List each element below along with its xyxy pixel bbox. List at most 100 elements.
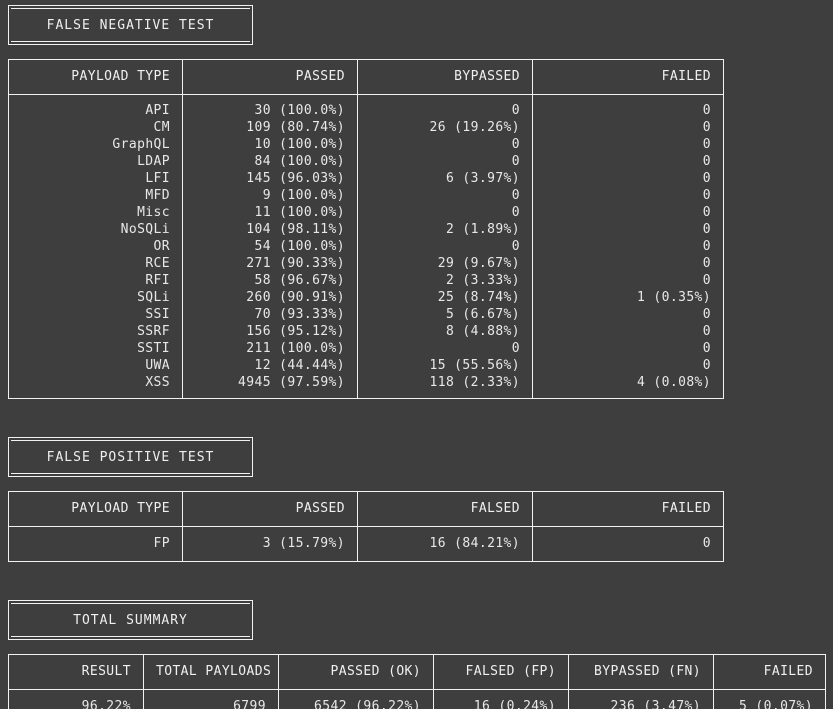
- section-spacer-2: [8, 562, 825, 600]
- cell-failed: 0: [532, 526, 724, 562]
- false-positive-table-head: PAYLOAD TYPE PASSED FALSED FAILED: [8, 491, 724, 527]
- section-spacer-1: [8, 399, 825, 437]
- cell-passed: 12 (44.44%): [182, 357, 358, 374]
- cell-passed: 271 (90.33%): [182, 255, 358, 272]
- table-row: NoSQLi 104 (98.11%) 2 (1.89%) 0: [8, 221, 724, 238]
- cell-payload-type: XSS: [8, 374, 183, 399]
- cell-failed: 1 (0.35%): [532, 289, 724, 306]
- cell-payload-type: NoSQLi: [8, 221, 183, 238]
- table-row: SSI 70 (93.33%) 5 (6.67%) 0: [8, 306, 724, 323]
- total-summary-title: TOTAL SUMMARY: [11, 603, 250, 637]
- table-row: XSS 4945 (97.59%) 118 (2.33%) 4 (0.08%): [8, 374, 724, 399]
- cell-failed: 0: [532, 221, 724, 238]
- column-header-bypassed-fn: BYPASSED (FN): [568, 654, 714, 690]
- cell-bypassed: 6 (3.97%): [357, 170, 533, 187]
- cell-passed: 9 (100.0%): [182, 187, 358, 204]
- cell-payload-type: OR: [8, 238, 183, 255]
- table-row: MFD 9 (100.0%) 0 0: [8, 187, 724, 204]
- table-row: LDAP 84 (100.0%) 0 0: [8, 153, 724, 170]
- cell-bypassed: 0: [357, 204, 533, 221]
- total-summary-table: RESULT TOTAL PAYLOADS PASSED (OK) FALSED…: [8, 654, 826, 709]
- cell-failed: 0: [532, 357, 724, 374]
- cell-bypassed: 0: [357, 238, 533, 255]
- false-negative-table-head: PAYLOAD TYPE PASSED BYPASSED FAILED: [8, 59, 724, 95]
- cell-bypassed: 26 (19.26%): [357, 119, 533, 136]
- cell-falsed: 16 (84.21%): [357, 526, 533, 562]
- table-header-row: PAYLOAD TYPE PASSED FALSED FAILED: [8, 491, 724, 527]
- total-summary-table-body: 96.22% 6799 6542 (96.22%) 16 (0.24%) 236 (3.…: [8, 689, 826, 709]
- column-header-falsed: FALSED: [357, 491, 533, 527]
- column-header-total-payloads: TOTAL PAYLOADS: [143, 654, 279, 690]
- cell-failed: 0: [532, 323, 724, 340]
- cell-bypassed: 0: [357, 136, 533, 153]
- column-header-passed-ok: PASSED (OK): [278, 654, 434, 690]
- false-negative-title: FALSE NEGATIVE TEST: [11, 8, 250, 42]
- cell-result: 96.22%: [8, 689, 144, 709]
- column-header-failed: FAILED: [532, 59, 724, 95]
- column-header-bypassed: BYPASSED: [357, 59, 533, 95]
- cell-failed: 0: [532, 153, 724, 170]
- false-positive-table: PAYLOAD TYPE PASSED FALSED FAILED FP 3 (1…: [8, 491, 724, 562]
- table-header-row: PAYLOAD TYPE PASSED BYPASSED FAILED: [8, 59, 724, 95]
- cell-bypassed: 0: [357, 340, 533, 357]
- cell-passed: 3 (15.79%): [182, 526, 358, 562]
- table-row: FP 3 (15.79%) 16 (84.21%) 0: [8, 526, 724, 562]
- table-row: SSRF 156 (95.12%) 8 (4.88%) 0: [8, 323, 724, 340]
- cell-failed: 0: [532, 170, 724, 187]
- cell-passed: 54 (100.0%): [182, 238, 358, 255]
- column-header-failed: FAILED: [532, 491, 724, 527]
- cell-payload-type: API: [8, 94, 183, 119]
- cell-payload-type: RCE: [8, 255, 183, 272]
- table-row: UWA 12 (44.44%) 15 (55.56%) 0: [8, 357, 724, 374]
- cell-payload-type: SSRF: [8, 323, 183, 340]
- false-positive-title: FALSE POSITIVE TEST: [11, 440, 250, 474]
- column-header-falsed-fp: FALSED (FP): [433, 654, 569, 690]
- total-summary-table-head: RESULT TOTAL PAYLOADS PASSED (OK) FALSED…: [8, 654, 826, 690]
- cell-bypassed: 8 (4.88%): [357, 323, 533, 340]
- cell-payload-type: LFI: [8, 170, 183, 187]
- cell-falsed-fp: 16 (0.24%): [433, 689, 569, 709]
- table-row: API 30 (100.0%) 0 0: [8, 94, 724, 119]
- column-header-failed: FAILED: [713, 654, 826, 690]
- cell-total-payloads: 6799: [143, 689, 279, 709]
- cell-passed-ok: 6542 (96.22%): [278, 689, 434, 709]
- table-row: 96.22% 6799 6542 (96.22%) 16 (0.24%) 236 (3.…: [8, 689, 826, 709]
- cell-payload-type: MFD: [8, 187, 183, 204]
- cell-bypassed: 0: [357, 94, 533, 119]
- table-row: Misc 11 (100.0%) 0 0: [8, 204, 724, 221]
- false-negative-title-box: FALSE NEGATIVE TEST: [8, 5, 253, 45]
- false-positive-title-box: FALSE POSITIVE TEST: [8, 437, 253, 477]
- cell-passed: 58 (96.67%): [182, 272, 358, 289]
- cell-payload-type: Misc: [8, 204, 183, 221]
- cell-failed: 0: [532, 272, 724, 289]
- false-positive-table-body: FP 3 (15.79%) 16 (84.21%) 0: [8, 526, 724, 562]
- table-row: SSTI 211 (100.0%) 0 0: [8, 340, 724, 357]
- cell-passed: 10 (100.0%): [182, 136, 358, 153]
- cell-bypassed: 2 (3.33%): [357, 272, 533, 289]
- cell-payload-type: LDAP: [8, 153, 183, 170]
- cell-failed: 0: [532, 340, 724, 357]
- cell-passed: 156 (95.12%): [182, 323, 358, 340]
- cell-bypassed: 0: [357, 187, 533, 204]
- cell-failed: 4 (0.08%): [532, 374, 724, 399]
- cell-passed: 11 (100.0%): [182, 204, 358, 221]
- cell-payload-type: UWA: [8, 357, 183, 374]
- cell-failed: 0: [532, 187, 724, 204]
- cell-passed: 109 (80.74%): [182, 119, 358, 136]
- cell-failed: 0: [532, 136, 724, 153]
- cell-passed: 4945 (97.59%): [182, 374, 358, 399]
- cell-bypassed: 118 (2.33%): [357, 374, 533, 399]
- total-summary-title-box: TOTAL SUMMARY: [8, 600, 253, 640]
- cell-payload-type: FP: [8, 526, 183, 562]
- table-row: RCE 271 (90.33%) 29 (9.67%) 0: [8, 255, 724, 272]
- cell-payload-type: SSTI: [8, 340, 183, 357]
- table-header-row: RESULT TOTAL PAYLOADS PASSED (OK) FALSED…: [8, 654, 826, 690]
- cell-passed: 30 (100.0%): [182, 94, 358, 119]
- table-row: OR 54 (100.0%) 0 0: [8, 238, 724, 255]
- cell-failed: 5 (0.07%): [713, 689, 826, 709]
- column-header-payload-type: PAYLOAD TYPE: [8, 491, 183, 527]
- cell-bypassed: 5 (6.67%): [357, 306, 533, 323]
- column-header-result: RESULT: [8, 654, 144, 690]
- cell-passed: 211 (100.0%): [182, 340, 358, 357]
- column-header-passed: PASSED: [182, 491, 358, 527]
